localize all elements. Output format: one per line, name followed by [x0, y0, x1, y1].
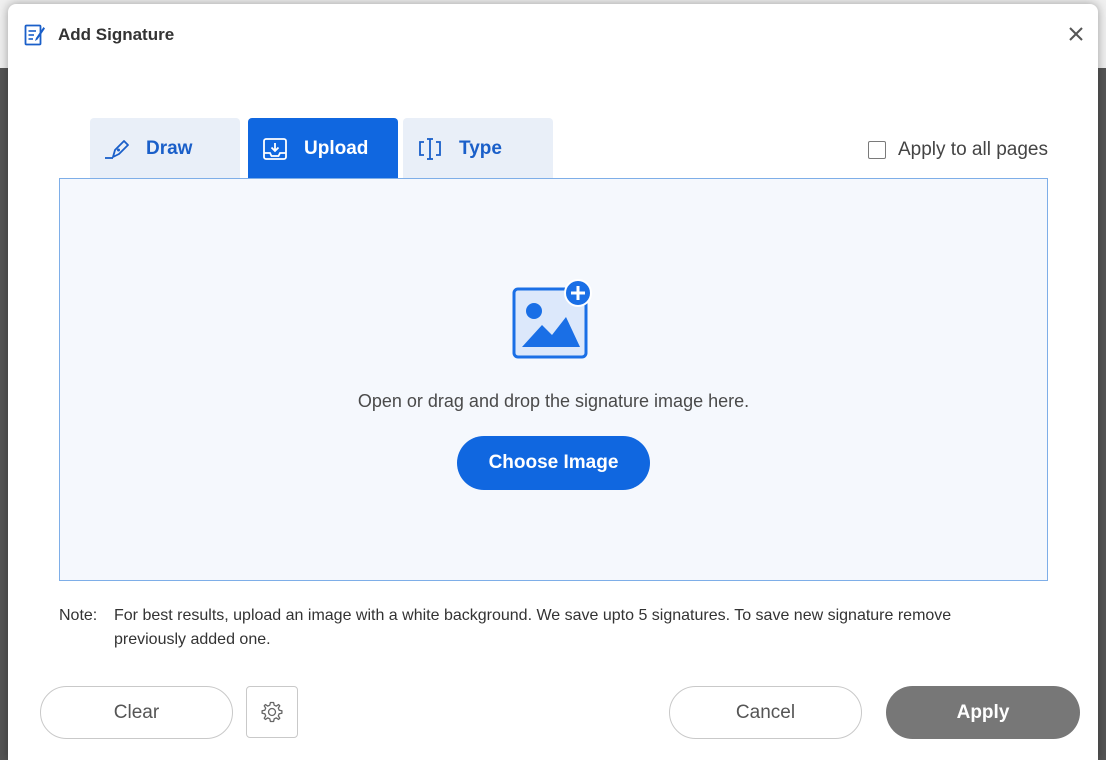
- drop-instruction: Open or drag and drop the signature imag…: [357, 391, 750, 411]
- dialog-title-bar: Add Signature: [8, 4, 1098, 64]
- note-text: For best results, upload an image with a…: [114, 607, 952, 648]
- text-cursor-icon: [419, 138, 441, 160]
- close-icon[interactable]: [1066, 24, 1086, 44]
- clear-button[interactable]: Clear: [40, 686, 233, 739]
- note-label: Note:: [59, 607, 98, 624]
- gear-icon: [261, 701, 283, 723]
- pen-draw-icon: [105, 140, 129, 159]
- tab-type-label: Type: [459, 138, 502, 159]
- tab-upload[interactable]: Upload: [248, 118, 398, 178]
- apply-to-all-pages-checkbox[interactable]: [868, 141, 886, 159]
- tab-draw[interactable]: Draw: [90, 118, 240, 178]
- apply-to-all-pages-option[interactable]: Apply to all pages: [868, 138, 1048, 162]
- signature-drop-zone[interactable]: Open or drag and drop the signature imag…: [59, 178, 1048, 581]
- add-signature-dialog: Add Signature Draw Upload Type Apply to …: [8, 4, 1098, 760]
- apply-to-all-pages-label: Apply to all pages: [898, 139, 1048, 160]
- choose-image-button[interactable]: Choose Image: [457, 436, 650, 490]
- signature-document-icon: [24, 24, 45, 46]
- apply-button[interactable]: Apply: [886, 686, 1080, 739]
- dialog-title: Add Signature: [58, 25, 175, 44]
- tab-type[interactable]: Type: [403, 118, 553, 178]
- tab-upload-label: Upload: [304, 138, 369, 159]
- tab-draw-label: Draw: [146, 138, 193, 159]
- upload-icon: [263, 138, 287, 160]
- settings-button[interactable]: [246, 686, 298, 738]
- cancel-button[interactable]: Cancel: [669, 686, 862, 739]
- add-image-icon: [512, 279, 592, 359]
